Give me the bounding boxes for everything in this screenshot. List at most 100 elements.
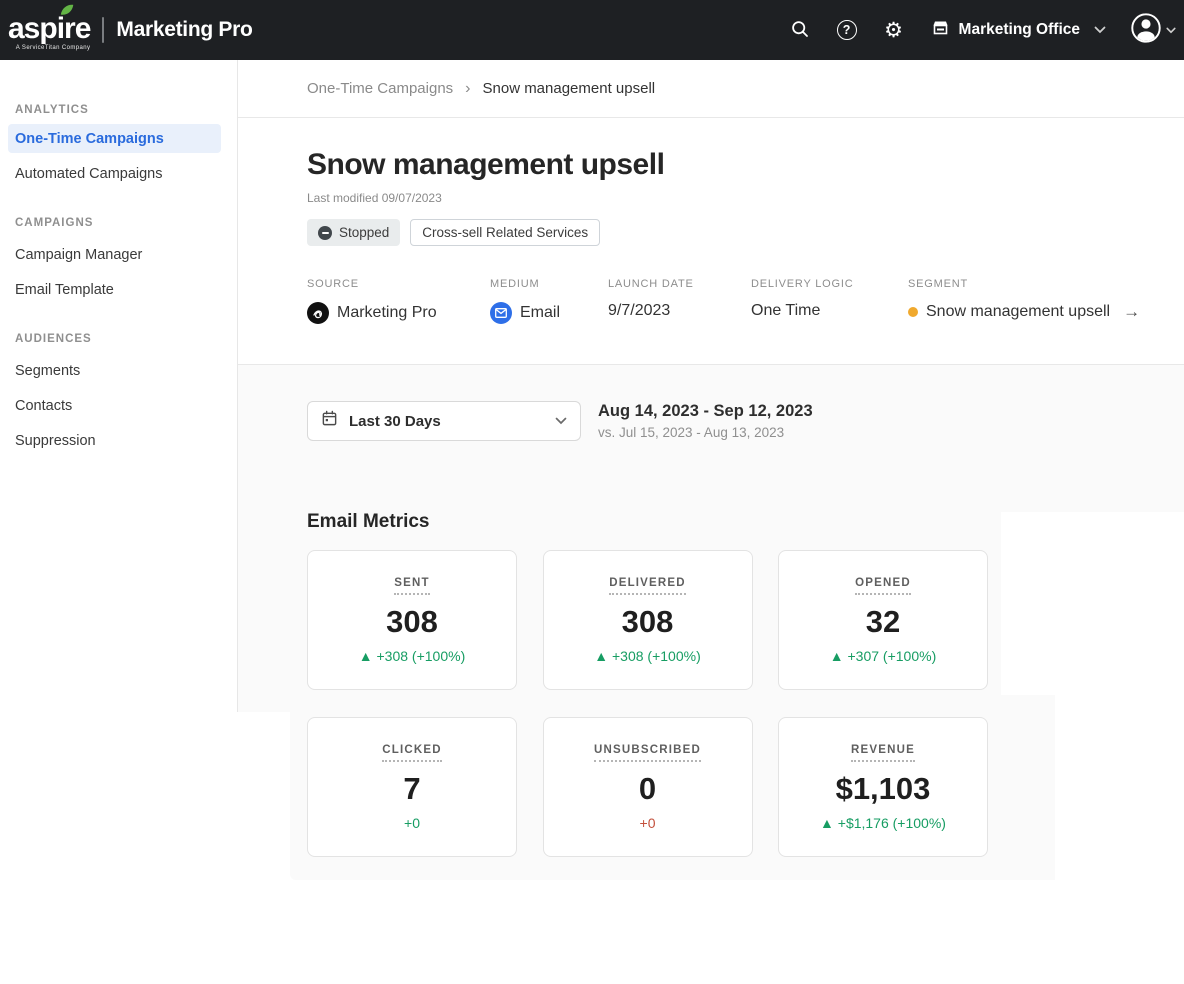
metric-delta: +0 [404,815,420,831]
date-range-picker[interactable]: Last 30 Days [307,401,581,441]
office-label: Marketing Office [959,21,1080,39]
status-badge-label: Stopped [339,225,389,240]
tag-badge-label: Cross-sell Related Services [422,225,588,240]
metric-label: OPENED [855,577,911,595]
main-content: One-Time Campaigns › Snow management ups… [238,60,1184,984]
metric-label: CLICKED [382,744,442,762]
sidebar-section-campaigns: CAMPAIGNS [0,217,238,229]
topbar-actions: ? ⚙ Marketing Office [770,12,1176,49]
meta-label: MEDIUM [490,278,608,290]
metric-card-revenue: REVENUE $1,103 ▲ +$1,176 (+100%) [778,717,988,857]
arrow-right-icon: → [1123,302,1140,322]
date-picker-label: Last 30 Days [349,413,441,430]
source-value: Marketing Pro [337,304,437,322]
metric-value: 7 [403,771,420,807]
metric-value: 308 [386,604,438,640]
metric-value: $1,103 [836,771,931,807]
metrics-grid: SENT 308 ▲ +308 (+100%) DELIVERED 308 ▲ … [307,550,1184,857]
metric-card-clicked: CLICKED 7 +0 [307,717,517,857]
sidebar-section-analytics: ANALYTICS [0,104,238,116]
sidebar: ANALYTICS One-Time Campaigns Automated C… [0,60,238,984]
settings-button[interactable]: ⚙ [877,13,911,47]
meta-delivery-logic: DELIVERY LOGIC One Time [751,278,908,324]
storefront-icon [931,18,950,42]
meta-value: Marketing Pro [307,302,490,324]
help-icon: ? [837,20,857,40]
search-button[interactable] [783,13,817,47]
date-filter-row: Last 30 Days Aug 14, 2023 - Sep 12, 2023… [307,401,1184,441]
brand-tagline: A ServiceTitan Company [8,45,90,51]
logo-divider [102,17,104,43]
meta-label: SEGMENT [908,278,1140,290]
search-icon [790,19,810,42]
office-selector[interactable]: Marketing Office [931,18,1106,42]
metric-label: UNSUBSCRIBED [594,744,701,762]
sidebar-item-one-time-campaigns[interactable]: One-Time Campaigns [8,124,221,153]
stopped-icon [318,226,332,240]
sidebar-item-email-template[interactable]: Email Template [0,272,238,307]
metric-card-sent: SENT 308 ▲ +308 (+100%) [307,550,517,690]
metric-card-unsubscribed: UNSUBSCRIBED 0 +0 [543,717,753,857]
meta-label: DELIVERY LOGIC [751,278,908,290]
metric-value: 32 [866,604,900,640]
avatar-icon [1130,12,1162,49]
sidebar-section-audiences: AUDIENCES [0,333,238,345]
campaign-header: Snow management upsell Last modified 09/… [238,118,1184,365]
email-icon [490,302,512,324]
gear-icon: ⚙ [884,20,903,41]
meta-label: SOURCE [307,278,490,290]
segment-dot-icon [908,307,918,317]
metric-value: 308 [622,604,674,640]
campaign-meta-row: SOURCE Marketing Pro MEDIUM [307,278,1184,324]
metric-delta: ▲ +308 (+100%) [594,648,700,664]
metric-value: 0 [639,771,656,807]
metric-delta: +0 [640,815,656,831]
breadcrumb: One-Time Campaigns › Snow management ups… [238,60,1184,118]
chevron-down-icon [555,412,567,430]
medium-value: Email [520,304,560,322]
sidebar-item-contacts[interactable]: Contacts [0,388,238,423]
meta-source: SOURCE Marketing Pro [307,278,490,324]
meta-segment: SEGMENT Snow management upsell → [908,278,1140,324]
breadcrumb-separator-icon: › [465,80,470,98]
metric-delta: ▲ +307 (+100%) [830,648,936,664]
breadcrumb-current: Snow management upsell [483,80,656,97]
segment-value: Snow management upsell [926,303,1110,321]
chevron-down-icon [1094,21,1106,39]
sidebar-item-campaign-manager[interactable]: Campaign Manager [0,237,238,272]
last-modified: Last modified 09/07/2023 [307,191,1184,205]
metric-card-delivered: DELIVERED 308 ▲ +308 (+100%) [543,550,753,690]
date-range-summary: Aug 14, 2023 - Sep 12, 2023 vs. Jul 15, … [598,401,813,440]
marketing-pro-icon [307,302,329,324]
date-compare-text: vs. Jul 15, 2023 - Aug 13, 2023 [598,425,813,440]
analytics-section: Last 30 Days Aug 14, 2023 - Sep 12, 2023… [238,401,1184,857]
aspire-wordmark: aspire A ServiceTitan Company [8,10,90,51]
page-title: Snow management upsell [307,148,1184,182]
account-menu[interactable] [1130,12,1176,49]
metric-card-opened: OPENED 32 ▲ +307 (+100%) [778,550,988,690]
sidebar-item-segments[interactable]: Segments [0,353,238,388]
product-name: Marketing Pro [116,18,252,42]
email-metrics-heading: Email Metrics [307,511,1184,533]
meta-medium: MEDIUM Email [490,278,608,324]
app-body: ANALYTICS One-Time Campaigns Automated C… [0,60,1184,984]
help-button[interactable]: ? [830,13,864,47]
meta-value: Email [490,302,608,324]
sidebar-item-automated-campaigns[interactable]: Automated Campaigns [0,156,238,191]
brand-logo[interactable]: aspire A ServiceTitan Company Marketing … [8,10,253,51]
top-bar: aspire A ServiceTitan Company Marketing … [0,0,1184,60]
sidebar-item-suppression[interactable]: Suppression [0,423,238,458]
calendar-icon [321,410,338,432]
meta-label: LAUNCH DATE [608,278,751,290]
metric-label: REVENUE [851,744,915,762]
breadcrumb-parent-link[interactable]: One-Time Campaigns [307,80,453,97]
chevron-down-icon [1166,21,1176,39]
segment-link[interactable]: Snow management upsell → [908,302,1140,322]
badge-row: Stopped Cross-sell Related Services [307,219,1184,246]
meta-value: 9/7/2023 [608,302,751,320]
brand-name: aspire [8,12,90,45]
status-badge: Stopped [307,219,400,246]
leaf-icon [60,3,74,22]
meta-value: One Time [751,302,908,320]
tag-badge: Cross-sell Related Services [410,219,600,246]
